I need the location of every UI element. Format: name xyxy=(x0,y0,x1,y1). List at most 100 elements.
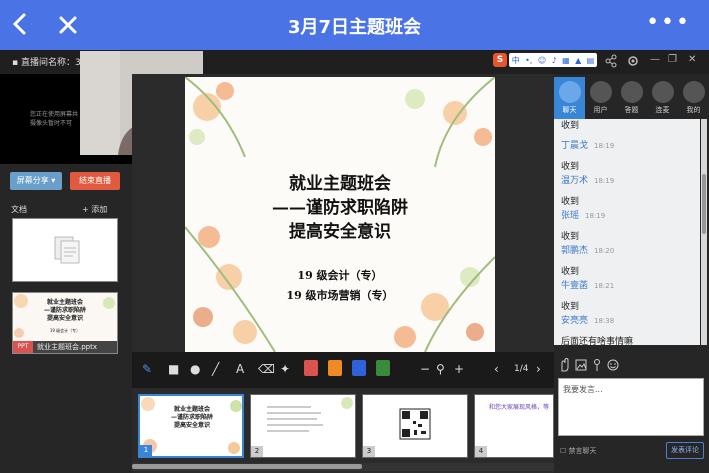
chat-username[interactable]: 温万术 xyxy=(561,176,588,186)
color-red-swatch[interactable] xyxy=(304,360,318,376)
ban-chat-toggle[interactable]: ☐ 禁言聊天 xyxy=(560,446,597,456)
chat-time: 18:21 xyxy=(594,282,615,290)
chat-icon xyxy=(558,81,581,103)
thumb-title-line1: 就业主题班会 xyxy=(173,406,210,413)
chat-scrollbar-thumb[interactable] xyxy=(702,174,706,234)
right-panel: 聊天 用户 答题 连麦 我的 收到 丁晨戈 18:19 收到 温万术 18:19… xyxy=(554,74,709,473)
chat-time: 18:19 xyxy=(594,142,615,150)
room-icon: ▪ xyxy=(12,58,19,68)
chat-username[interactable]: 郭鹏杰 xyxy=(561,246,588,256)
pen-tool-icon[interactable]: ✎ xyxy=(142,362,152,376)
send-comment-button[interactable]: 发表评论 xyxy=(666,442,704,459)
ppt-type-badge: PPT xyxy=(13,341,33,353)
slide-title-line2: ——谨防求职陷阱 xyxy=(272,198,408,218)
doc-filename: 就业主题班会.pptx xyxy=(37,343,97,351)
circle-tool-icon[interactable]: ● xyxy=(190,362,200,376)
slide-thumbnail[interactable]: 就业主题班会 —谨防求职陷阱 提高安全意识 1 xyxy=(138,394,244,458)
next-page-icon[interactable]: › xyxy=(536,362,541,376)
share-icon[interactable] xyxy=(605,54,617,68)
checkbox-icon[interactable]: ☐ xyxy=(560,447,566,455)
tab-users[interactable]: 用户 xyxy=(585,77,616,119)
doc-ppt-thumbnail[interactable]: 就业主题班会 —谨防求职陷阱 提高安全意识 19 级会计（专） PPT 就业主题… xyxy=(12,292,118,354)
rectangle-tool-icon[interactable]: ■ xyxy=(168,362,179,376)
ime-chinese-icon[interactable]: 中 xyxy=(512,55,520,66)
ime-emoji-icon[interactable]: ☺ xyxy=(538,56,546,65)
prev-page-icon[interactable]: ‹ xyxy=(494,362,499,376)
thumb-number: 2 xyxy=(251,446,263,457)
slide-thumbnail[interactable]: 2 xyxy=(250,394,356,458)
clear-tool-icon[interactable]: ✦ xyxy=(280,362,290,376)
chat-message: 张瑶 18:19 收到 xyxy=(561,203,699,242)
chat-message: 丁晨戈 18:19 收到 xyxy=(561,133,699,172)
end-live-button[interactable]: 结束直播 xyxy=(70,172,120,190)
zoom-search-icon[interactable]: ⚲ xyxy=(436,362,445,376)
chat-message: 安亮亮 18:38 后面还有啥事情嘛 xyxy=(561,308,699,345)
tab-mic[interactable]: 连麦 xyxy=(647,77,678,119)
current-slide[interactable]: 就业主题班会 ——谨防求职陷阱 提高安全意识 19 级会计（专） 19 级市场营… xyxy=(185,77,495,352)
window-close-icon[interactable]: ✕ xyxy=(688,54,696,65)
tab-chat-label: 聊天 xyxy=(562,106,577,114)
chat-list[interactable]: 收到 丁晨戈 18:19 收到 温万术 18:19 收到 张瑶 18:19 收到 郭鹏… xyxy=(554,119,700,345)
slide-title-line1: 就业主题班会 xyxy=(289,174,391,194)
ime-keyboard-icon[interactable]: ▦ xyxy=(562,56,570,65)
page-title: 3月7日主题班会 xyxy=(287,17,422,38)
line-tool-icon[interactable]: ╱ xyxy=(212,362,219,376)
chat-message: 郭鹏杰 18:20 收到 xyxy=(561,238,699,277)
emoji-icon[interactable] xyxy=(607,358,619,372)
mic-icon xyxy=(651,81,674,103)
ime-skin-icon[interactable]: ▲ xyxy=(575,56,581,65)
doc-placeholder[interactable] xyxy=(12,218,118,282)
image-icon[interactable] xyxy=(575,358,587,372)
person-icon xyxy=(682,81,705,103)
zoom-out-icon[interactable]: − xyxy=(420,362,430,376)
color-orange-swatch[interactable] xyxy=(328,360,342,376)
thumb-number: 1 xyxy=(140,445,152,456)
slide-area: 就业主题班会 ——谨防求职陷阱 提高安全意识 19 级会计（专） 19 级市场营… xyxy=(132,74,554,352)
doc-thumb-title1: 就业主题班会 xyxy=(46,299,83,306)
color-green-swatch[interactable] xyxy=(376,360,390,376)
text-tool-icon[interactable]: A xyxy=(236,362,244,376)
ime-tool-icon[interactable]: ▤ xyxy=(587,56,595,65)
ime-mic-icon[interactable]: ♪ xyxy=(552,56,557,65)
chat-time: 18:20 xyxy=(594,247,615,255)
thumbnail-scrollbar[interactable] xyxy=(132,463,554,471)
thumb-number: 3 xyxy=(363,446,375,457)
maximize-icon[interactable]: ❐ xyxy=(668,54,677,65)
ime-punct-icon[interactable]: •, xyxy=(525,56,532,65)
tab-chat[interactable]: 聊天 xyxy=(554,77,585,119)
slide-thumbnail[interactable]: 和您大家展现风格，等 4 xyxy=(474,394,554,458)
doc-thumb-title3: 提高安全意识 xyxy=(46,315,83,322)
flower-icon[interactable] xyxy=(591,358,603,372)
chat-username[interactable]: 丁晨戈 xyxy=(561,141,588,151)
chat-tools xyxy=(554,354,709,376)
doc-thumb-sub: 19 级会计（专） xyxy=(49,328,81,333)
document-icon xyxy=(54,236,80,264)
chat-message-partial: 收到 xyxy=(561,119,699,131)
slide-class-line2: 19 级市场营销（专） xyxy=(286,289,394,302)
pen-icon xyxy=(620,81,643,103)
chat-input[interactable]: 我要发言... xyxy=(558,378,704,436)
eraser-tool-icon[interactable]: ⌫ xyxy=(258,362,275,376)
screen-share-button[interactable]: 屏幕分享 ▾ xyxy=(10,172,62,190)
chat-username[interactable]: 张瑶 xyxy=(561,211,579,221)
chat-message-text: 收到 xyxy=(561,121,580,131)
chat-time: 18:19 xyxy=(594,177,615,185)
chat-message: 温万术 18:19 收到 xyxy=(561,168,699,207)
zoom-in-icon[interactable]: + xyxy=(454,362,464,376)
qr-code-icon xyxy=(399,408,431,440)
tab-mine[interactable]: 我的 xyxy=(678,77,709,119)
minimize-icon[interactable]: — xyxy=(650,54,660,65)
settings-gear-icon[interactable] xyxy=(627,54,639,68)
more-menu-icon[interactable]: ••• xyxy=(646,10,691,35)
slide-thumbnail[interactable]: 3 xyxy=(362,394,468,458)
color-blue-swatch[interactable] xyxy=(352,360,366,376)
slide-title-line3: 提高安全意识 xyxy=(289,222,391,242)
hand-raise-icon[interactable] xyxy=(559,358,571,372)
thumbnail-scrollbar-thumb[interactable] xyxy=(132,464,362,469)
chat-username[interactable]: 安亮亮 xyxy=(561,316,588,326)
chat-username[interactable]: 牛壹菡 xyxy=(561,281,588,291)
chat-message: 牛壹菡 18:21 收到 xyxy=(561,273,699,312)
page-indicator: 1/4 xyxy=(514,364,529,374)
add-doc-button[interactable]: + 添加 xyxy=(82,204,107,215)
tab-quiz[interactable]: 答题 xyxy=(616,77,647,119)
